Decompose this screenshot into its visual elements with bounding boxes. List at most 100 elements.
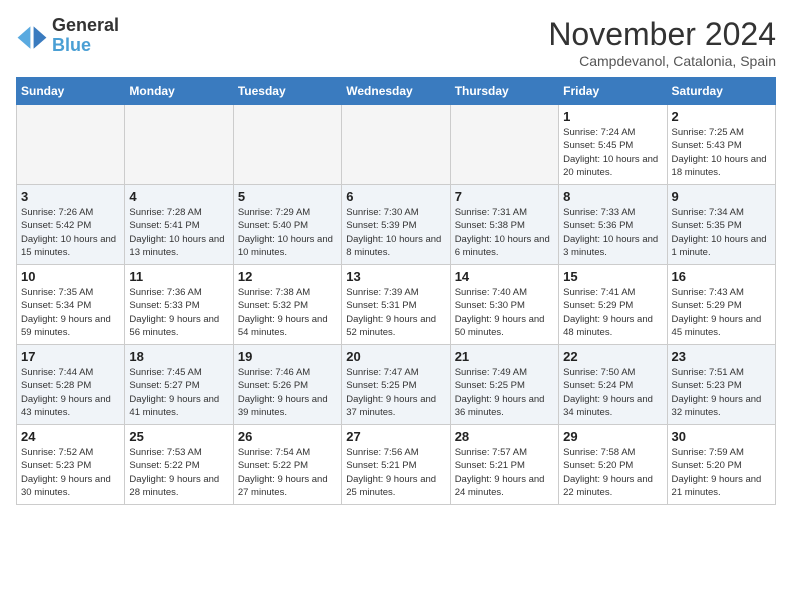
day-number: 6: [346, 189, 445, 204]
day-info: Sunrise: 7:41 AM Sunset: 5:29 PM Dayligh…: [563, 286, 662, 339]
day-cell: 17Sunrise: 7:44 AM Sunset: 5:28 PM Dayli…: [17, 345, 125, 425]
day-cell: [342, 105, 450, 185]
day-number: 23: [672, 349, 771, 364]
day-cell: 20 Sunrise: 7:47 AM Sunset: 5:25 PM Dayli…: [342, 345, 450, 425]
day-cell: [17, 105, 125, 185]
day-cell: 30Sunrise: 7:59 AM Sunset: 5:20 PM Dayli…: [667, 425, 775, 505]
day-number: 12: [238, 269, 337, 284]
day-info: Sunrise: 7:47 AM Sunset: 5:25 PM Dayligh…: [346, 366, 445, 419]
day-info: Sunrise: 7:45 AM Sunset: 5:27 PM Dayligh…: [129, 366, 228, 419]
day-cell: 16 Sunrise: 7:43 AM Sunset: 5:29 PM Dayli…: [667, 265, 775, 345]
day-info: Sunrise: 7:31 AM Sunset: 5:38 PM Dayligh…: [455, 206, 554, 259]
day-info: Sunrise: 7:39 AM Sunset: 5:31 PM Dayligh…: [346, 286, 445, 339]
day-cell: 25 Sunrise: 7:53 AM Sunset: 5:22 PM Dayli…: [125, 425, 233, 505]
calendar-table: SundayMondayTuesdayWednesdayThursdayFrid…: [16, 77, 776, 505]
day-info: Sunrise: 7:35 AM Sunset: 5:34 PM Dayligh…: [21, 286, 120, 339]
day-number: 17: [21, 349, 120, 364]
weekday-header-friday: Friday: [559, 78, 667, 105]
week-row-1: 1 Sunrise: 7:24 AM Sunset: 5:45 PM Daylig…: [17, 105, 776, 185]
weekday-header-saturday: Saturday: [667, 78, 775, 105]
title-block: November 2024 Campdevanol, Catalonia, Sp…: [548, 16, 776, 69]
day-info: Sunrise: 7:36 AM Sunset: 5:33 PM Dayligh…: [129, 286, 228, 339]
day-number: 14: [455, 269, 554, 284]
day-number: 28: [455, 429, 554, 444]
day-info: Sunrise: 7:57 AM Sunset: 5:21 PM Dayligh…: [455, 446, 554, 499]
day-info: Sunrise: 7:25 AM Sunset: 5:43 PM Dayligh…: [672, 126, 771, 179]
page-header: General Blue November 2024 Campdevanol, …: [16, 16, 776, 69]
day-cell: 15 Sunrise: 7:41 AM Sunset: 5:29 PM Dayli…: [559, 265, 667, 345]
day-number: 25: [129, 429, 228, 444]
logo-text: General Blue: [52, 16, 119, 56]
day-cell: 1 Sunrise: 7:24 AM Sunset: 5:45 PM Daylig…: [559, 105, 667, 185]
weekday-header-wednesday: Wednesday: [342, 78, 450, 105]
day-number: 18: [129, 349, 228, 364]
day-info: Sunrise: 7:38 AM Sunset: 5:32 PM Dayligh…: [238, 286, 337, 339]
day-cell: 10 Sunrise: 7:35 AM Sunset: 5:34 PM Dayli…: [17, 265, 125, 345]
day-number: 30: [672, 429, 771, 444]
day-cell: 4Sunrise: 7:28 AM Sunset: 5:41 PM Daylig…: [125, 185, 233, 265]
day-cell: 12 Sunrise: 7:38 AM Sunset: 5:32 PM Dayli…: [233, 265, 341, 345]
logo-icon: [16, 20, 48, 52]
month-title: November 2024: [548, 16, 776, 53]
weekday-header-thursday: Thursday: [450, 78, 558, 105]
day-number: 7: [455, 189, 554, 204]
day-info: Sunrise: 7:24 AM Sunset: 5:45 PM Dayligh…: [563, 126, 662, 179]
day-number: 9: [672, 189, 771, 204]
day-cell: 9Sunrise: 7:34 AM Sunset: 5:35 PM Daylig…: [667, 185, 775, 265]
day-cell: 8Sunrise: 7:33 AM Sunset: 5:36 PM Daylig…: [559, 185, 667, 265]
day-cell: 2Sunrise: 7:25 AM Sunset: 5:43 PM Daylig…: [667, 105, 775, 185]
day-cell: 28 Sunrise: 7:57 AM Sunset: 5:21 PM Dayli…: [450, 425, 558, 505]
day-cell: [233, 105, 341, 185]
day-cell: [450, 105, 558, 185]
day-number: 11: [129, 269, 228, 284]
day-cell: 14 Sunrise: 7:40 AM Sunset: 5:30 PM Dayli…: [450, 265, 558, 345]
day-info: Sunrise: 7:43 AM Sunset: 5:29 PM Dayligh…: [672, 286, 771, 339]
day-info: Sunrise: 7:26 AM Sunset: 5:42 PM Dayligh…: [21, 206, 120, 259]
day-cell: 26 Sunrise: 7:54 AM Sunset: 5:22 PM Dayli…: [233, 425, 341, 505]
day-cell: 27Sunrise: 7:56 AM Sunset: 5:21 PM Dayli…: [342, 425, 450, 505]
day-info: Sunrise: 7:53 AM Sunset: 5:22 PM Dayligh…: [129, 446, 228, 499]
day-cell: 7 Sunrise: 7:31 AM Sunset: 5:38 PM Daylig…: [450, 185, 558, 265]
day-cell: 6 Sunrise: 7:30 AM Sunset: 5:39 PM Daylig…: [342, 185, 450, 265]
week-row-2: 3 Sunrise: 7:26 AM Sunset: 5:42 PM Daylig…: [17, 185, 776, 265]
week-row-3: 10 Sunrise: 7:35 AM Sunset: 5:34 PM Dayli…: [17, 265, 776, 345]
weekday-header-monday: Monday: [125, 78, 233, 105]
day-number: 5: [238, 189, 337, 204]
day-info: Sunrise: 7:51 AM Sunset: 5:23 PM Dayligh…: [672, 366, 771, 419]
weekday-header-tuesday: Tuesday: [233, 78, 341, 105]
week-row-4: 17Sunrise: 7:44 AM Sunset: 5:28 PM Dayli…: [17, 345, 776, 425]
day-cell: 13 Sunrise: 7:39 AM Sunset: 5:31 PM Dayli…: [342, 265, 450, 345]
day-cell: 21 Sunrise: 7:49 AM Sunset: 5:25 PM Dayli…: [450, 345, 558, 425]
day-info: Sunrise: 7:52 AM Sunset: 5:23 PM Dayligh…: [21, 446, 120, 499]
day-cell: 11 Sunrise: 7:36 AM Sunset: 5:33 PM Dayli…: [125, 265, 233, 345]
day-info: Sunrise: 7:29 AM Sunset: 5:40 PM Dayligh…: [238, 206, 337, 259]
day-number: 29: [563, 429, 662, 444]
day-number: 22: [563, 349, 662, 364]
day-cell: 18 Sunrise: 7:45 AM Sunset: 5:27 PM Dayli…: [125, 345, 233, 425]
day-cell: [125, 105, 233, 185]
day-cell: 24Sunrise: 7:52 AM Sunset: 5:23 PM Dayli…: [17, 425, 125, 505]
day-number: 26: [238, 429, 337, 444]
day-number: 10: [21, 269, 120, 284]
day-number: 4: [129, 189, 228, 204]
day-number: 15: [563, 269, 662, 284]
day-number: 21: [455, 349, 554, 364]
day-info: Sunrise: 7:30 AM Sunset: 5:39 PM Dayligh…: [346, 206, 445, 259]
day-info: Sunrise: 7:54 AM Sunset: 5:22 PM Dayligh…: [238, 446, 337, 499]
day-info: Sunrise: 7:40 AM Sunset: 5:30 PM Dayligh…: [455, 286, 554, 339]
day-info: Sunrise: 7:49 AM Sunset: 5:25 PM Dayligh…: [455, 366, 554, 419]
day-info: Sunrise: 7:33 AM Sunset: 5:36 PM Dayligh…: [563, 206, 662, 259]
day-number: 20: [346, 349, 445, 364]
day-cell: 23 Sunrise: 7:51 AM Sunset: 5:23 PM Dayli…: [667, 345, 775, 425]
day-cell: 3 Sunrise: 7:26 AM Sunset: 5:42 PM Daylig…: [17, 185, 125, 265]
day-cell: 19Sunrise: 7:46 AM Sunset: 5:26 PM Dayli…: [233, 345, 341, 425]
day-number: 1: [563, 109, 662, 124]
day-cell: 29Sunrise: 7:58 AM Sunset: 5:20 PM Dayli…: [559, 425, 667, 505]
day-number: 16: [672, 269, 771, 284]
day-number: 3: [21, 189, 120, 204]
day-number: 27: [346, 429, 445, 444]
logo: General Blue: [16, 16, 119, 56]
day-number: 13: [346, 269, 445, 284]
weekday-header-sunday: Sunday: [17, 78, 125, 105]
week-row-5: 24Sunrise: 7:52 AM Sunset: 5:23 PM Dayli…: [17, 425, 776, 505]
